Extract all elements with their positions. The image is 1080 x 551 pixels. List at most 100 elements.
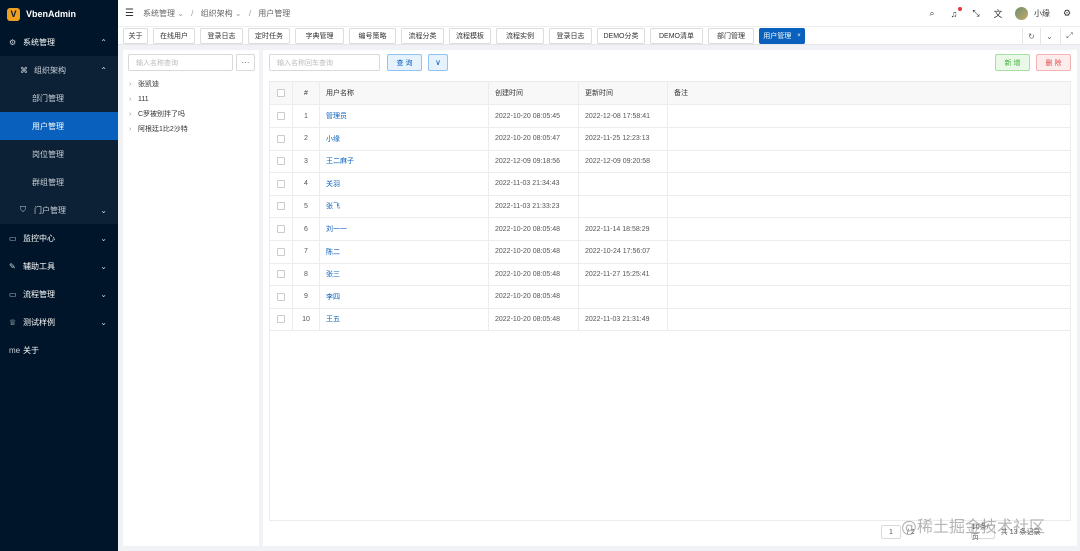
tab-8[interactable]: 流程实例	[496, 28, 544, 44]
refresh-icon[interactable]: ↻	[1022, 28, 1040, 44]
search-icon[interactable]: ⌕	[927, 8, 937, 19]
tab-6[interactable]: 流程分类	[401, 28, 444, 44]
tab-9[interactable]: 登录日志	[549, 28, 592, 44]
user-name-link[interactable]: 管理员	[320, 105, 489, 127]
tab-7[interactable]: 流程模板	[449, 28, 491, 44]
close-icon[interactable]: ×	[797, 33, 801, 39]
sidebar-item-4[interactable]: 岗位管理	[0, 140, 118, 168]
updated-time	[579, 172, 668, 195]
tab-12[interactable]: 部门管理	[708, 28, 754, 44]
breadcrumb-item-org[interactable]: 组织架构	[201, 9, 233, 18]
chevron-right-icon[interactable]: ›	[129, 96, 138, 103]
column-header-name[interactable]: 用户名称	[320, 82, 489, 104]
tree-search-input[interactable]: 输入名称查询	[128, 54, 233, 71]
table-row[interactable]: 10 王五 2022-10-20 08:05:48 2022-11-03 21:31:…	[270, 308, 1070, 332]
table-row[interactable]: 7 陈二 2022-10-20 08:05:48 2022-10-24 17:56:0…	[270, 240, 1070, 264]
user-name-link[interactable]: 李四	[320, 285, 489, 308]
column-header-created[interactable]: 创建时间	[489, 82, 579, 104]
table-row[interactable]: 9 李四 2022-10-20 08:05:48	[270, 285, 1070, 309]
select-all-checkbox[interactable]	[277, 89, 285, 97]
tab-0[interactable]: 关于	[123, 28, 148, 44]
tab-11[interactable]: DEMO清单	[650, 28, 703, 44]
tab-label: 关于	[128, 33, 143, 40]
fold-tabs-icon[interactable]: ⤢	[1060, 28, 1078, 44]
app-logo[interactable]: V VbenAdmin	[0, 0, 118, 28]
row-checkbox[interactable]	[277, 202, 285, 211]
sitemap-icon: ⌘	[20, 65, 28, 75]
sidebar-item-11[interactable]: me 关于	[0, 336, 118, 364]
user-name-link[interactable]: 小缘	[320, 127, 489, 150]
sidebar-item-2[interactable]: 部门管理	[0, 84, 118, 112]
breadcrumb-item-system[interactable]: 系统管理	[143, 9, 175, 18]
row-checkbox[interactable]	[277, 112, 285, 120]
column-header-remark: 备注	[674, 90, 688, 97]
table-row[interactable]: 3 王二麻子 2022-12-09 09:18:56 2022-12-09 09:20…	[270, 150, 1070, 174]
row-checkbox[interactable]	[277, 157, 285, 166]
tree-node[interactable]: › C罗被别拌了吗	[129, 108, 185, 120]
tab-2[interactable]: 登录日志	[200, 28, 243, 44]
fullscreen-icon[interactable]: ⤡	[971, 8, 981, 19]
tree-more-button[interactable]: ···	[236, 54, 255, 71]
tab-4[interactable]: 字典管理	[295, 28, 344, 44]
query-button[interactable]: 查 询	[387, 54, 422, 71]
user-name-link[interactable]: 张飞	[320, 195, 489, 218]
username[interactable]: 小缘	[1034, 8, 1050, 19]
user-name-link[interactable]: 张三	[320, 263, 489, 286]
user-name-link[interactable]: 关羽	[320, 172, 489, 195]
bell-icon[interactable]: ♫	[949, 6, 962, 19]
sidebar-item-1[interactable]: ⌘ 组织架构 ⌃	[0, 56, 118, 84]
user-name-link[interactable]: 刘一一	[320, 218, 489, 240]
row-checkbox[interactable]	[277, 315, 285, 324]
row-checkbox[interactable]	[277, 134, 285, 143]
table-header-row: # 用户名称 创建时间 更新时间 备注	[270, 82, 1070, 105]
search-input[interactable]: 输入名称回车查询	[269, 54, 380, 71]
expand-filter-button[interactable]: ∨	[428, 54, 448, 71]
menu-fold-icon[interactable]: ☰	[125, 8, 135, 19]
chevron-right-icon[interactable]: ›	[129, 81, 138, 88]
table-row[interactable]: 4 关羽 2022-11-03 21:34:43	[270, 172, 1070, 196]
column-header-updated[interactable]: 更新时间	[579, 82, 668, 104]
chevron-down-icon[interactable]: ⌄	[1040, 28, 1058, 44]
tab-3[interactable]: 定时任务	[248, 28, 290, 44]
table-row[interactable]: 2 小缘 2022-10-20 08:05:47 2022-11-25 12:23:1…	[270, 127, 1070, 151]
sidebar-item-5[interactable]: 群组管理	[0, 168, 118, 196]
chevron-icon: ⌄	[100, 205, 107, 215]
sidebar-item-3[interactable]: 用户管理	[0, 112, 118, 140]
user-name-link[interactable]: 王二麻子	[320, 150, 489, 173]
tree-node[interactable]: › 张凯迪	[129, 78, 159, 90]
tab-10[interactable]: DEMO分类	[597, 28, 645, 44]
add-button[interactable]: 新 增	[995, 54, 1030, 71]
tree-node[interactable]: › 阿根廷1比2沙特	[129, 123, 188, 135]
sidebar-item-8[interactable]: ✎ 辅助工具 ⌄	[0, 252, 118, 280]
table-row[interactable]: 1 管理员 2022-10-20 08:05:45 2022-12-08 17:58:…	[270, 105, 1070, 128]
page-number-input[interactable]: 1	[881, 525, 901, 539]
settings-icon[interactable]: ⚙	[1062, 8, 1072, 19]
tab-5[interactable]: 编号策略	[349, 28, 396, 44]
row-checkbox[interactable]	[277, 179, 285, 188]
user-name-link[interactable]: 王五	[320, 308, 489, 331]
row-checkbox[interactable]	[277, 270, 285, 279]
sidebar-item-7[interactable]: ▭ 监控中心 ⌄	[0, 224, 118, 252]
user-name-link[interactable]: 陈二	[320, 240, 489, 263]
sidebar-item-10[interactable]: ♕ 测试样例 ⌄	[0, 308, 118, 336]
tab-1[interactable]: 在线用户	[153, 28, 195, 44]
delete-button[interactable]: 删 除	[1036, 54, 1071, 71]
table-row[interactable]: 5 张飞 2022-11-03 21:33:23	[270, 195, 1070, 219]
sidebar-item-9[interactable]: ▭ 流程管理 ⌄	[0, 280, 118, 308]
chevron-right-icon[interactable]: ›	[129, 111, 138, 118]
chevron-right-icon[interactable]: ›	[129, 126, 138, 133]
sidebar-item-6[interactable]: ⛉ 门户管理 ⌄	[0, 196, 118, 224]
row-checkbox[interactable]	[277, 292, 285, 301]
translate-icon[interactable]: 文	[993, 7, 1003, 20]
row-checkbox[interactable]	[277, 225, 285, 233]
sidebar-item-0[interactable]: ⚙ 系统管理 ⌃	[0, 28, 118, 56]
row-checkbox[interactable]	[277, 247, 285, 256]
tab-13[interactable]: 用户管理 ×	[759, 28, 805, 44]
remark	[668, 308, 1070, 330]
avatar[interactable]	[1015, 7, 1028, 20]
tabs-bar: 关于 在线用户 登录日志 定时任务 字典管理 编号策略 流程分类 流程模板 流程实例 登录日志 DE…	[118, 27, 1080, 45]
remark	[668, 150, 1070, 172]
table-row[interactable]: 8 张三 2022-10-20 08:05:48 2022-11-27 15:25:4…	[270, 263, 1070, 287]
table-row[interactable]: 6 刘一一 2022-10-20 08:05:48 2022-11-14 18:58:…	[270, 218, 1070, 241]
tree-node[interactable]: › 111	[129, 93, 149, 105]
